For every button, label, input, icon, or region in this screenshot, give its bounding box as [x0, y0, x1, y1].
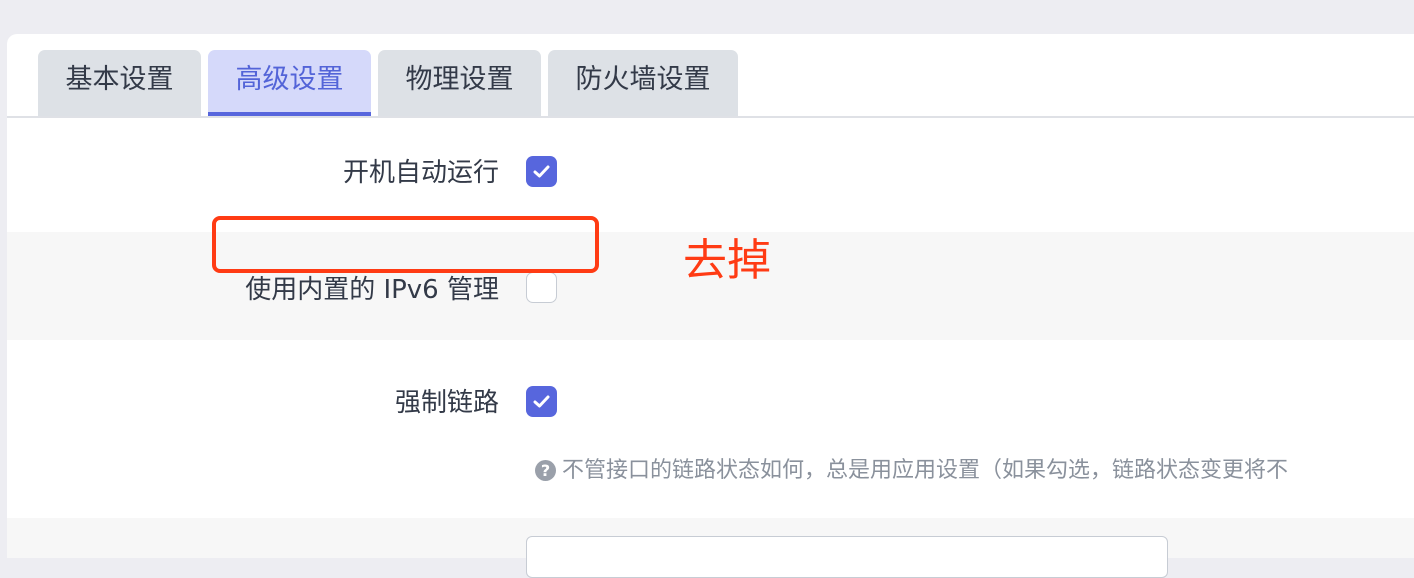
help-icon: ? — [535, 460, 556, 481]
ipv6-checkbox[interactable] — [526, 272, 557, 303]
annotation-highlight-box — [212, 216, 599, 273]
ipv6-label: 使用内置的 IPv6 管理 — [245, 275, 499, 305]
setting-row-autostart: 开机自动运行 — [7, 118, 1414, 232]
checkmark-icon — [533, 165, 550, 178]
tab-bar: 基本设置 高级设置 物理设置 防火墙设置 — [7, 50, 1414, 118]
force-link-hint: ? 不管接口的链路状态如何，总是用应用设置（如果勾选，链路状态变更将不 — [535, 452, 1288, 484]
tab-firewall-settings[interactable]: 防火墙设置 — [548, 50, 738, 116]
tab-basic-settings[interactable]: 基本设置 — [38, 50, 201, 116]
checkmark-icon — [533, 395, 550, 408]
force-link-hint-text: 不管接口的链路状态如何，总是用应用设置（如果勾选，链路状态变更将不 — [562, 458, 1289, 483]
force-link-checkbox[interactable] — [526, 386, 557, 417]
annotation-text: 去掉 — [683, 235, 771, 286]
force-link-label: 强制链路 — [394, 388, 499, 418]
tab-physical-settings[interactable]: 物理设置 — [378, 50, 541, 116]
tab-advanced-settings[interactable]: 高级设置 — [208, 50, 371, 116]
autostart-label: 开机自动运行 — [342, 158, 499, 188]
next-setting-input[interactable] — [526, 536, 1168, 578]
setting-row-force-link: 强制链路 — [7, 340, 1414, 518]
autostart-checkbox[interactable] — [526, 156, 557, 187]
settings-panel: 基本设置 高级设置 物理设置 防火墙设置 开机自动运行 使用内置的 IPv6 管… — [7, 34, 1414, 578]
